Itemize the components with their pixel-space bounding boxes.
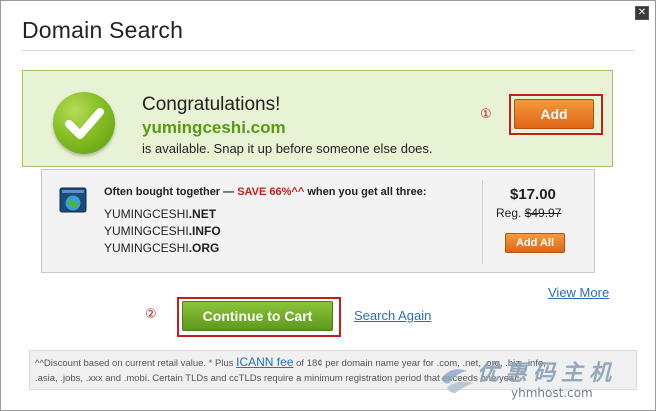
bundle-domain-tld: .ORG [188, 241, 220, 255]
bundle-offer-panel: Often bought together — SAVE 66%^^ when … [41, 169, 595, 273]
bundle-domain-name: YUMINGCESHI [104, 241, 189, 255]
search-again-link[interactable]: Search Again [354, 308, 431, 323]
list-item: YUMINGCESHI.INFO [104, 223, 221, 240]
add-button[interactable]: Add [514, 99, 594, 129]
footnote-prefix: ^^Discount based on current retail value… [35, 358, 237, 369]
bundle-heading-prefix: Often bought together — [104, 186, 238, 198]
browser-globe-icon [59, 186, 87, 214]
regular-price-value: $49.97 [524, 206, 562, 220]
regular-price: Reg. $49.97 [496, 206, 561, 220]
available-domain-name: yumingceshi.com [142, 118, 286, 137]
list-item: YUMINGCESHI.NET [104, 206, 221, 223]
domain-search-dialog: ✕ Domain Search Congratulations! yumingc… [0, 0, 656, 411]
bundle-domain-name: YUMINGCESHI [104, 224, 189, 238]
watermark-logo-icon [437, 357, 477, 402]
bundle-divider [482, 180, 483, 264]
bundle-savings: SAVE 66%^^ [237, 186, 305, 198]
close-icon: ✕ [637, 7, 647, 18]
availability-message: is available. Snap it up before someone … [142, 141, 433, 156]
bundle-heading-suffix: when you get all three: [304, 186, 427, 198]
checkmark-icon [53, 92, 115, 154]
bundle-heading: Often bought together — SAVE 66%^^ when … [104, 186, 427, 198]
bundle-domain-tld: .INFO [188, 224, 221, 238]
bundle-price: $17.00 [510, 186, 556, 203]
dialog-title: Domain Search [22, 17, 184, 43]
title-divider [22, 50, 634, 51]
add-all-button[interactable]: Add All [505, 233, 565, 253]
close-button[interactable]: ✕ [635, 6, 649, 20]
regular-price-label: Reg. [496, 206, 525, 220]
site-watermark: 优惠码主机 yhmhost.com [437, 351, 653, 409]
step-marker-1: ① [480, 107, 492, 122]
bundle-domain-tld: .NET [188, 207, 217, 221]
icann-fee-link[interactable]: ICANN fee [236, 355, 293, 369]
view-more-link[interactable]: View More [548, 285, 609, 300]
bundle-domain-name: YUMINGCESHI [104, 207, 189, 221]
watermark-text: 优惠码主机 [477, 360, 618, 385]
bundle-domain-list: YUMINGCESHI.NET YUMINGCESHI.INFO YUMINGC… [104, 206, 221, 257]
congratulations-heading: Congratulations! [142, 94, 281, 115]
step-marker-2: ② [145, 307, 157, 322]
watermark-url: yhmhost.com [511, 386, 593, 400]
continue-to-cart-button[interactable]: Continue to Cart [182, 301, 333, 331]
list-item: YUMINGCESHI.ORG [104, 240, 221, 257]
